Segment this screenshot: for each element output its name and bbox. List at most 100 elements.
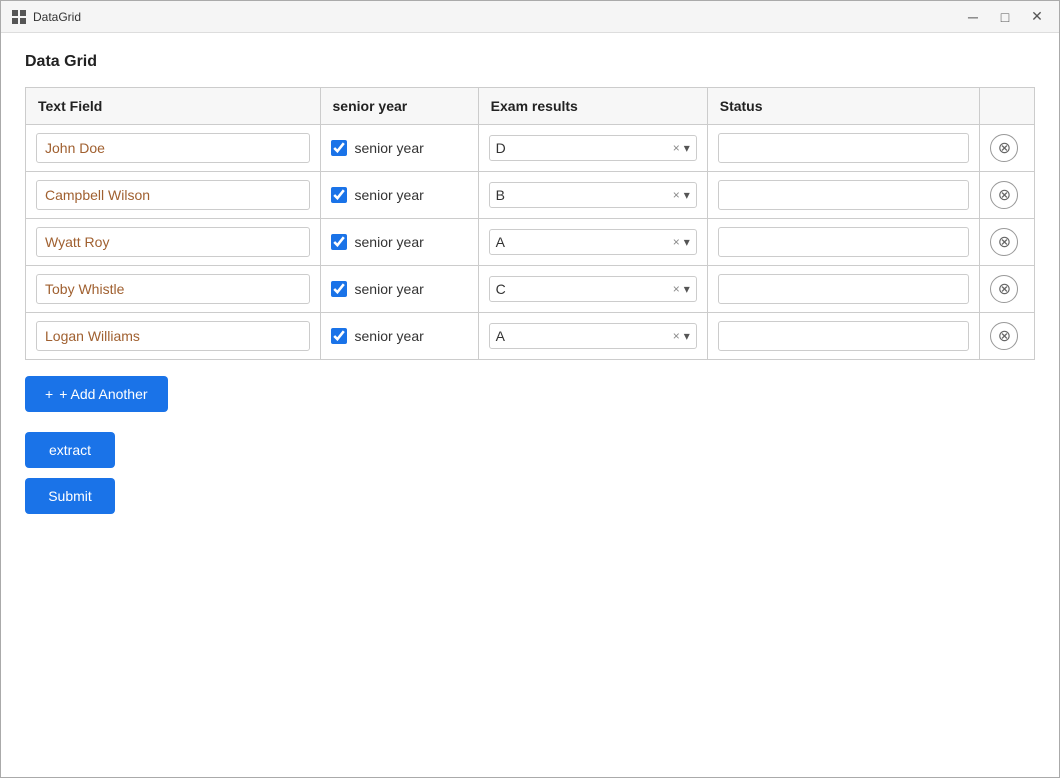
delete-button-0[interactable]: ⊗ (990, 134, 1018, 162)
text-field-input-0[interactable] (36, 133, 310, 163)
text-field-input-3[interactable] (36, 274, 310, 304)
add-another-label: + Add Another (59, 386, 147, 402)
text-field-input-4[interactable] (36, 321, 310, 351)
status-input-2[interactable] (718, 227, 970, 257)
delete-button-1[interactable]: ⊗ (990, 181, 1018, 209)
senior-year-checkbox-2[interactable] (331, 234, 347, 250)
cell-status-0 (707, 125, 980, 172)
window-controls: ─ □ ✕ (961, 7, 1049, 27)
exam-select-value-1: B (496, 187, 669, 203)
cell-exam-1: B × ▾ (478, 172, 707, 219)
exam-clear-icon-0[interactable]: × (673, 141, 680, 155)
cell-exam-0: D × ▾ (478, 125, 707, 172)
exam-clear-icon-1[interactable]: × (673, 188, 680, 202)
delete-icon-0: ⊗ (998, 138, 1011, 158)
title-bar: DataGrid ─ □ ✕ (1, 1, 1059, 33)
data-grid-table: Text Field senior year Exam results Stat… (25, 87, 1035, 360)
cell-text-field-0 (26, 125, 321, 172)
action-row: + + Add Another (25, 376, 1035, 412)
exam-clear-icon-2[interactable]: × (673, 235, 680, 249)
table-row: senior year D × ▾ ⊗ (26, 125, 1035, 172)
page-title: Data Grid (25, 53, 1035, 71)
extract-button[interactable]: extract (25, 432, 115, 468)
exam-arrow-icon-0[interactable]: ▾ (684, 141, 690, 155)
delete-icon-3: ⊗ (998, 279, 1011, 299)
exam-select-wrapper-1[interactable]: B × ▾ (489, 182, 697, 208)
exam-arrow-icon-3[interactable]: ▾ (684, 282, 690, 296)
exam-clear-icon-4[interactable]: × (673, 329, 680, 343)
exam-select-value-3: C (496, 281, 669, 297)
senior-year-label-3: senior year (355, 281, 424, 297)
cell-senior-year-2: senior year (320, 219, 478, 266)
senior-year-label-4: senior year (355, 328, 424, 344)
text-field-input-2[interactable] (36, 227, 310, 257)
senior-year-checkbox-4[interactable] (331, 328, 347, 344)
exam-clear-icon-3[interactable]: × (673, 282, 680, 296)
cell-senior-year-1: senior year (320, 172, 478, 219)
bottom-actions: extract Submit (25, 432, 1035, 514)
exam-arrow-icon-2[interactable]: ▾ (684, 235, 690, 249)
table-row: senior year A × ▾ ⊗ (26, 313, 1035, 360)
status-input-0[interactable] (718, 133, 970, 163)
exam-select-wrapper-2[interactable]: A × ▾ (489, 229, 697, 255)
exam-select-value-2: A (496, 234, 669, 250)
close-button[interactable]: ✕ (1025, 7, 1049, 27)
maximize-button[interactable]: □ (993, 7, 1017, 27)
header-status: Status (707, 88, 980, 125)
window-content: Data Grid Text Field senior year Exam re… (1, 33, 1059, 777)
senior-year-label-2: senior year (355, 234, 424, 250)
cell-action-0: ⊗ (980, 125, 1035, 172)
delete-icon-1: ⊗ (998, 185, 1011, 205)
app-title: DataGrid (33, 10, 81, 24)
cell-status-1 (707, 172, 980, 219)
delete-button-3[interactable]: ⊗ (990, 275, 1018, 303)
cell-text-field-1 (26, 172, 321, 219)
cell-text-field-3 (26, 266, 321, 313)
status-input-3[interactable] (718, 274, 970, 304)
cell-exam-3: C × ▾ (478, 266, 707, 313)
cell-action-4: ⊗ (980, 313, 1035, 360)
delete-icon-2: ⊗ (998, 232, 1011, 252)
table-row: senior year C × ▾ ⊗ (26, 266, 1035, 313)
exam-arrow-icon-1[interactable]: ▾ (684, 188, 690, 202)
exam-select-wrapper-4[interactable]: A × ▾ (489, 323, 697, 349)
cell-senior-year-4: senior year (320, 313, 478, 360)
table-header-row: Text Field senior year Exam results Stat… (26, 88, 1035, 125)
header-senior-year: senior year (320, 88, 478, 125)
cell-text-field-4 (26, 313, 321, 360)
status-input-1[interactable] (718, 180, 970, 210)
app-window: DataGrid ─ □ ✕ Data Grid Text Field seni… (0, 0, 1060, 778)
exam-arrow-icon-4[interactable]: ▾ (684, 329, 690, 343)
cell-exam-2: A × ▾ (478, 219, 707, 266)
cell-senior-year-3: senior year (320, 266, 478, 313)
minimize-button[interactable]: ─ (961, 7, 985, 27)
cell-action-2: ⊗ (980, 219, 1035, 266)
delete-button-2[interactable]: ⊗ (990, 228, 1018, 256)
text-field-input-1[interactable] (36, 180, 310, 210)
table-row: senior year B × ▾ ⊗ (26, 172, 1035, 219)
table-row: senior year A × ▾ ⊗ (26, 219, 1035, 266)
cell-exam-4: A × ▾ (478, 313, 707, 360)
cell-action-3: ⊗ (980, 266, 1035, 313)
delete-button-4[interactable]: ⊗ (990, 322, 1018, 350)
senior-year-label-1: senior year (355, 187, 424, 203)
exam-select-wrapper-0[interactable]: D × ▾ (489, 135, 697, 161)
status-input-4[interactable] (718, 321, 970, 351)
cell-status-2 (707, 219, 980, 266)
senior-year-checkbox-0[interactable] (331, 140, 347, 156)
exam-select-value-0: D (496, 140, 669, 156)
senior-year-label-0: senior year (355, 140, 424, 156)
header-text-field: Text Field (26, 88, 321, 125)
cell-text-field-2 (26, 219, 321, 266)
senior-year-checkbox-3[interactable] (331, 281, 347, 297)
header-exam-results: Exam results (478, 88, 707, 125)
header-action (980, 88, 1035, 125)
exam-select-value-4: A (496, 328, 669, 344)
add-another-button[interactable]: + + Add Another (25, 376, 168, 412)
cell-action-1: ⊗ (980, 172, 1035, 219)
cell-senior-year-0: senior year (320, 125, 478, 172)
senior-year-checkbox-1[interactable] (331, 187, 347, 203)
exam-select-wrapper-3[interactable]: C × ▾ (489, 276, 697, 302)
delete-icon-4: ⊗ (998, 326, 1011, 346)
submit-button[interactable]: Submit (25, 478, 115, 514)
